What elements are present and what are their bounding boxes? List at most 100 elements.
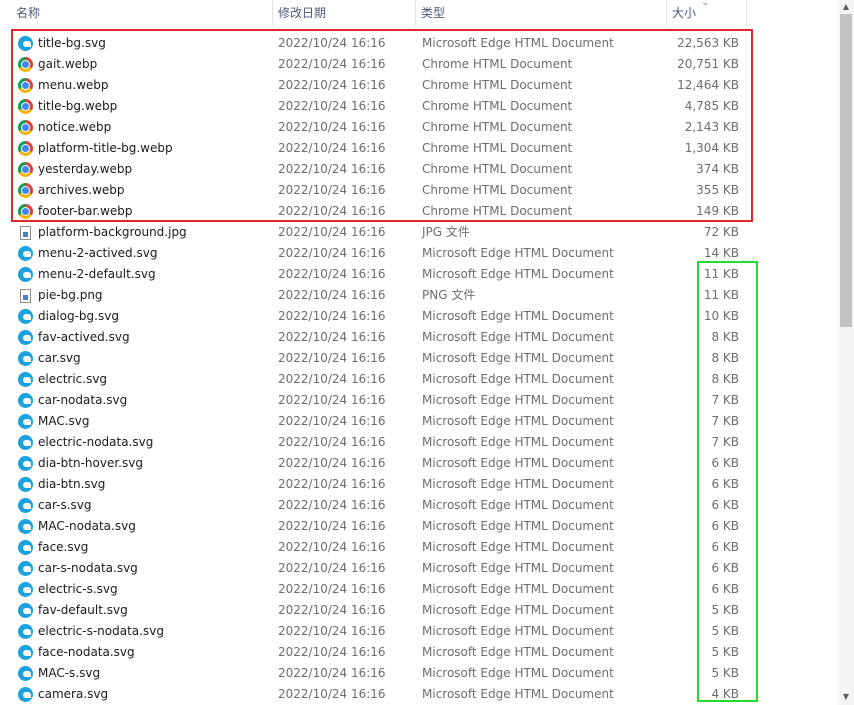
- file-type: Microsoft Edge HTML Document: [422, 246, 614, 260]
- file-type: Microsoft Edge HTML Document: [422, 498, 614, 512]
- file-type: Microsoft Edge HTML Document: [422, 540, 614, 554]
- file-name: menu-2-actived.svg: [38, 246, 158, 260]
- file-type: Microsoft Edge HTML Document: [422, 687, 614, 701]
- edge-icon: [18, 309, 33, 324]
- file-date: 2022/10/24 16:16: [278, 540, 386, 554]
- file-type: PNG 文件: [422, 288, 476, 302]
- file-name: pie-bg.png: [38, 288, 103, 302]
- file-type: Microsoft Edge HTML Document: [422, 267, 614, 281]
- file-date: 2022/10/24 16:16: [278, 477, 386, 491]
- file-type: Microsoft Edge HTML Document: [422, 666, 614, 680]
- file-date: 2022/10/24 16:16: [278, 435, 386, 449]
- file-name: electric.svg: [38, 372, 108, 386]
- file-name: electric-s-nodata.svg: [38, 624, 164, 638]
- file-type: Microsoft Edge HTML Document: [422, 645, 614, 659]
- edge-icon: [18, 603, 33, 618]
- edge-icon: [18, 645, 33, 660]
- file-type: Microsoft Edge HTML Document: [422, 372, 614, 386]
- file-date: 2022/10/24 16:16: [278, 519, 386, 533]
- file-date: 2022/10/24 16:16: [278, 624, 386, 638]
- edge-icon: [18, 519, 33, 534]
- edge-icon: [18, 372, 33, 387]
- file-name: MAC.svg: [38, 414, 90, 428]
- scroll-up-arrow-icon[interactable]: ▲: [838, 0, 854, 14]
- file-name: car-nodata.svg: [38, 393, 128, 407]
- edge-icon: [18, 687, 33, 702]
- file-date: 2022/10/24 16:16: [278, 582, 386, 596]
- file-date: 2022/10/24 16:16: [278, 687, 386, 701]
- file-date: 2022/10/24 16:16: [278, 372, 386, 386]
- file-type: Microsoft Edge HTML Document: [422, 477, 614, 491]
- file-date: 2022/10/24 16:16: [278, 666, 386, 680]
- file-type: Microsoft Edge HTML Document: [422, 309, 614, 323]
- file-date: 2022/10/24 16:16: [278, 603, 386, 617]
- file-name: car.svg: [38, 351, 81, 365]
- file-name: dia-btn-hover.svg: [38, 456, 143, 470]
- file-type: Microsoft Edge HTML Document: [422, 393, 614, 407]
- file-name: dialog-bg.svg: [38, 309, 119, 323]
- highlight-box-red: [11, 29, 753, 222]
- file-name: fav-actived.svg: [38, 330, 130, 344]
- edge-icon: [18, 477, 33, 492]
- file-date: 2022/10/24 16:16: [278, 561, 386, 575]
- file-type: Microsoft Edge HTML Document: [422, 435, 614, 449]
- edge-icon: [18, 351, 33, 366]
- file-type: Microsoft Edge HTML Document: [422, 519, 614, 533]
- edge-icon: [18, 435, 33, 450]
- file-type: JPG 文件: [422, 225, 470, 239]
- file-date: 2022/10/24 16:16: [278, 498, 386, 512]
- column-divider[interactable]: [746, 0, 747, 26]
- column-header-date[interactable]: 修改日期: [272, 0, 415, 26]
- file-name: face.svg: [38, 540, 89, 554]
- edge-icon: [18, 624, 33, 639]
- edge-icon: [18, 246, 33, 261]
- file-date: 2022/10/24 16:16: [278, 393, 386, 407]
- file-type: Microsoft Edge HTML Document: [422, 351, 614, 365]
- file-name: platform-background.jpg: [38, 225, 187, 239]
- column-header-type[interactable]: 类型: [415, 0, 666, 26]
- file-date: 2022/10/24 16:16: [278, 225, 386, 239]
- image-file-icon: [20, 289, 31, 303]
- file-name: electric-nodata.svg: [38, 435, 154, 449]
- file-name: car-s-nodata.svg: [38, 561, 138, 575]
- edge-icon: [18, 498, 33, 513]
- file-name: MAC-nodata.svg: [38, 519, 136, 533]
- file-date: 2022/10/24 16:16: [278, 645, 386, 659]
- file-type: Microsoft Edge HTML Document: [422, 456, 614, 470]
- scroll-down-arrow-icon[interactable]: ▼: [838, 690, 854, 704]
- edge-icon: [18, 666, 33, 681]
- column-header-name[interactable]: 名称: [10, 0, 272, 26]
- file-type: Microsoft Edge HTML Document: [422, 330, 614, 344]
- edge-icon: [18, 267, 33, 282]
- file-date: 2022/10/24 16:16: [278, 267, 386, 281]
- file-type: Microsoft Edge HTML Document: [422, 561, 614, 575]
- file-name: menu-2-default.svg: [38, 267, 156, 281]
- file-date: 2022/10/24 16:16: [278, 246, 386, 260]
- edge-icon: [18, 330, 33, 345]
- file-type: Microsoft Edge HTML Document: [422, 414, 614, 428]
- file-name: electric-s.svg: [38, 582, 118, 596]
- file-size: 72 KB: [703, 225, 739, 239]
- file-date: 2022/10/24 16:16: [278, 456, 386, 470]
- file-date: 2022/10/24 16:16: [278, 351, 386, 365]
- file-name: face-nodata.svg: [38, 645, 135, 659]
- file-date: 2022/10/24 16:16: [278, 330, 386, 344]
- edge-icon: [18, 540, 33, 555]
- file-name: camera.svg: [38, 687, 109, 701]
- edge-icon: [18, 456, 33, 471]
- file-name: MAC-s.svg: [38, 666, 101, 680]
- file-date: 2022/10/24 16:16: [278, 288, 386, 302]
- file-date: 2022/10/24 16:16: [278, 309, 386, 323]
- file-row[interactable]: platform-background.jpg 2022/10/24 16:16 J…: [0, 222, 838, 243]
- edge-icon: [18, 561, 33, 576]
- scrollbar-thumb[interactable]: [840, 14, 852, 327]
- vertical-scrollbar[interactable]: ▲ ▼: [838, 0, 854, 705]
- file-name: dia-btn.svg: [38, 477, 106, 491]
- file-type: Microsoft Edge HTML Document: [422, 624, 614, 638]
- edge-icon: [18, 414, 33, 429]
- file-name: fav-default.svg: [38, 603, 128, 617]
- edge-icon: [18, 582, 33, 597]
- file-type: Microsoft Edge HTML Document: [422, 603, 614, 617]
- chevron-up-icon: ⌄: [701, 0, 710, 8]
- file-type: Microsoft Edge HTML Document: [422, 582, 614, 596]
